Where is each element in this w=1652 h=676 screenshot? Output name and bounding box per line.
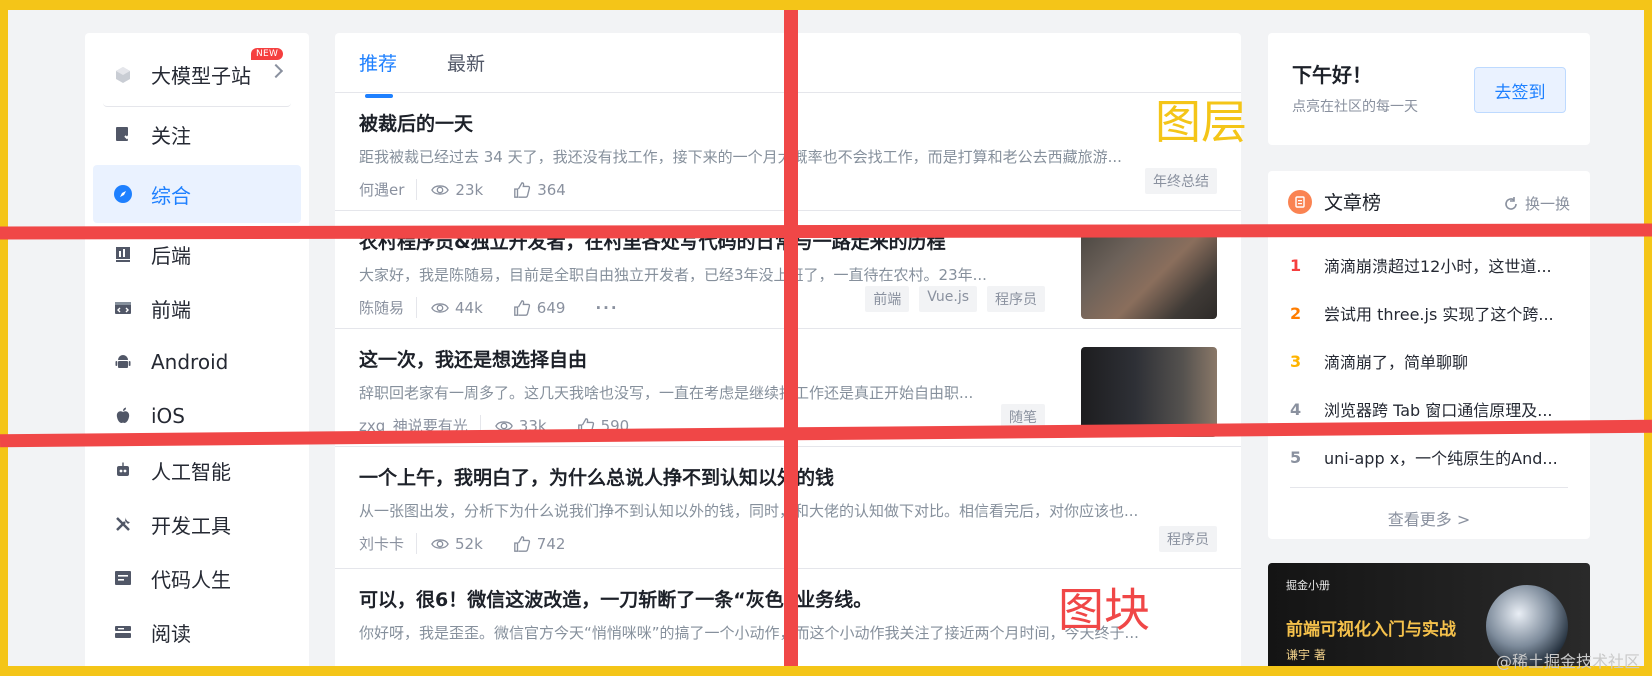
ranking-item[interactable]: 2 尝试用 three.js 实现了这个跨... [1268,289,1590,337]
sidebar-item-follow[interactable]: 关注 [93,107,301,161]
tab-latest[interactable]: 最新 [447,49,485,76]
article-tag[interactable]: 程序员 [1159,526,1217,552]
sidebar-item-label: 后端 [151,243,191,268]
eye-icon [431,184,450,195]
article-summary: 大家好，我是陈随易，目前是全职自由独立开发者，已经3年没上班了，一直待在农村。2… [359,266,987,284]
tools-icon [113,514,133,534]
annotation-label-layer: 图层 [1155,95,1247,149]
refresh-icon [1505,196,1517,210]
view-count: 52k [431,535,483,553]
article-thumbnail[interactable] [1081,229,1217,319]
chevron-right-icon [268,63,284,79]
sidebar-item-read[interactable]: 阅读 [93,605,301,659]
sidebar-item-label: 大模型子站 [151,64,251,88]
article-tags: 前端 Vue.js 程序员 [865,286,1045,312]
rank-number: 1 [1290,255,1302,275]
article-author[interactable]: 陈随易 [359,297,418,318]
ranking-item[interactable]: 5 uni-app x，一个纯原生的And... [1268,433,1590,481]
article-tag[interactable]: Vue.js [919,286,977,312]
rank-title: 滴滴崩了，简单聊聊 [1324,353,1469,372]
annotation-label-block: 图块 [1058,583,1150,637]
ranking-title: 文章榜 [1324,192,1382,214]
rank-title: 尝试用 three.js 实现了这个跨... [1324,305,1554,324]
read-icon [113,622,133,642]
follow-icon [113,124,133,144]
sidebar-item-code-life[interactable]: 代码人生 [93,551,301,605]
rank-number: 5 [1290,447,1302,467]
ranking-list: 1 滴滴崩溃超过12小时，这世道... 2 尝试用 three.js 实现了这个… [1268,233,1590,481]
more-options-icon[interactable]: ··· [595,299,618,317]
refresh-button[interactable]: 换一换 [1503,193,1570,214]
rank-number: 2 [1290,303,1302,323]
sidebar-item-devtools[interactable]: 开发工具 [93,497,301,551]
like-count[interactable]: 649 [513,299,565,317]
sidebar-item-ai[interactable]: 人工智能 [93,443,301,497]
article-tags: 年终总结 [1145,168,1217,194]
sidebar-item-label: 代码人生 [151,567,231,592]
page-frame: 大模型子站 NEW 关注 综合 后端 前端 Android iOS 人工智能 开… [8,10,1644,666]
sidebar-item-label: 人工智能 [151,459,231,484]
watermark: @稀土掘金技术社区 [1495,652,1640,671]
article-title[interactable]: 这一次，我还是想选择自由 [359,345,1039,372]
sidebar-item-label: 阅读 [151,621,191,646]
article-tag[interactable]: 前端 [865,286,910,312]
checkin-card: 下午好！ 点亮在社区的每一天 去签到 [1268,33,1590,145]
article-author[interactable]: 刘卡卡 [359,533,418,554]
eye-icon [431,538,449,549]
view-more-link[interactable]: 查看更多 > [1290,487,1568,547]
backend-icon [113,244,133,264]
eye-icon [431,302,449,313]
compass-icon [113,184,133,204]
view-count: 44k [431,299,483,317]
sidebar-item-label: iOS [151,404,185,428]
article-author[interactable]: 何遇er [359,179,418,200]
article-tag[interactable]: 年终总结 [1145,168,1217,194]
sidebar-item-label: Android [151,350,229,374]
ranking-item[interactable]: 3 滴滴崩了，简单聊聊 [1268,337,1590,385]
view-count: 23k [431,181,483,199]
android-icon [113,352,133,372]
like-count[interactable]: 742 [513,535,565,553]
rank-title: 浏览器跨 Tab 窗口通信原理及... [1324,401,1553,420]
frontend-icon [113,298,133,318]
tab-recommended[interactable]: 推荐 [359,49,397,98]
annotation-line-vertical [784,10,798,666]
thumbs-up-icon [514,181,531,198]
code-life-icon [113,568,133,588]
sidebar-item-label: 综合 [151,183,191,208]
sidebar-item-label: 前端 [151,297,191,322]
document-icon [1288,189,1312,214]
rank-title: uni-app x，一个纯原生的And... [1324,449,1558,468]
sidebar-item-comprehensive[interactable]: 综合 [93,165,301,223]
cube-icon [113,65,133,85]
rank-title: 滴滴崩溃超过12小时，这世道... [1324,257,1552,276]
ranking-item[interactable]: 1 滴滴崩溃超过12小时，这世道... [1268,241,1590,289]
apple-icon [113,406,133,426]
like-count[interactable]: 364 [513,181,566,199]
new-badge: NEW [251,48,284,60]
article-summary: 辞职回老家有一周多了。这几天我啥也没写，一直在考虑是继续找工作还是真正开始自由职… [359,384,974,402]
article-tag[interactable]: 程序员 [987,286,1045,312]
sidebar-item-label: 开发工具 [151,513,231,538]
rank-number: 3 [1290,351,1302,371]
robot-icon [113,460,133,480]
thumbs-up-icon [513,299,530,316]
sidebar-item-frontend[interactable]: 前端 [93,281,301,335]
sidebar-item-android[interactable]: Android [93,335,301,389]
article-tags: 程序员 [1159,526,1217,552]
thumbs-up-icon [513,535,530,552]
rank-number: 4 [1290,399,1302,419]
sidebar-item-label: 关注 [151,123,191,148]
sidebar-item-llm-site[interactable]: 大模型子站 NEW [103,43,291,107]
checkin-button[interactable]: 去签到 [1474,67,1566,113]
sidebar: 大模型子站 NEW 关注 综合 后端 前端 Android iOS 人工智能 开… [85,33,309,666]
